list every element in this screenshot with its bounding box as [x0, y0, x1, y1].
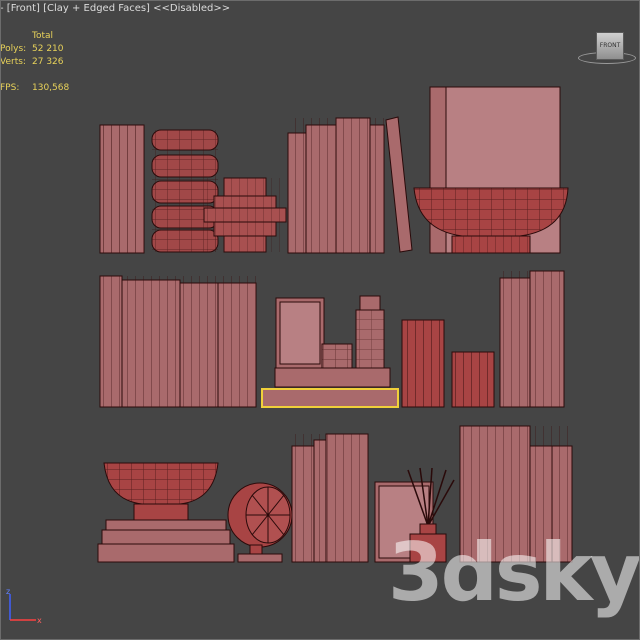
perfume-bottle[interactable]: [355, 295, 385, 369]
viewcube[interactable]: FRONT: [574, 30, 640, 64]
decorative-clock[interactable]: [227, 482, 293, 563]
viewport-menu-label[interactable]: -: [0, 3, 4, 14]
book-row-middle-left[interactable]: [99, 275, 257, 408]
fps-label: FPS:: [0, 83, 20, 93]
viewport-extra-label[interactable]: <<Disabled>>: [153, 3, 230, 14]
verts-label: Verts:: [0, 57, 26, 67]
decorative-bowl-bottom[interactable]: [103, 462, 219, 521]
stepped-vase[interactable]: [203, 177, 287, 253]
small-box-middle[interactable]: [321, 343, 353, 369]
small-ribbed-pot[interactable]: [451, 351, 495, 408]
view-label[interactable]: [Front]: [7, 3, 40, 14]
book-stack-top-left[interactable]: [99, 124, 145, 254]
statistics-labels: Polys: Verts: FPS:: [0, 30, 26, 95]
stats-header: Total: [32, 31, 54, 41]
ribbed-cylinder-vase[interactable]: [401, 319, 445, 408]
axis-tripod-icon: z x: [6, 588, 42, 625]
small-frame-middle[interactable]: [275, 297, 325, 369]
svg-text:z: z: [6, 588, 10, 596]
svg-text:x: x: [37, 616, 42, 625]
shading-mode-label[interactable]: [Clay + Edged Faces]: [43, 3, 150, 14]
book-stack-flat-bottom[interactable]: [97, 519, 235, 563]
fps-value: 130,568: [32, 83, 70, 93]
book-row-bottom-center[interactable]: [291, 433, 369, 563]
front-viewport[interactable]: - [Front] [Clay + Edged Faces] <<Disable…: [0, 0, 640, 640]
polys-label: Polys:: [0, 44, 27, 54]
watermark-logo: 3dsky: [388, 526, 640, 619]
book-row-middle-right[interactable]: [499, 270, 565, 408]
statistics-values: Total 52 210 27 326 130,568: [32, 30, 69, 95]
polys-value: 52 210: [32, 44, 64, 54]
viewport-label-bar[interactable]: - [Front] [Clay + Edged Faces] <<Disable…: [0, 3, 230, 14]
book-stack-flat-middle[interactable]: [261, 367, 399, 408]
verts-value: 27 326: [32, 57, 64, 67]
viewcube-front-face[interactable]: FRONT: [596, 32, 624, 60]
book-row-top-center[interactable]: [287, 116, 413, 254]
